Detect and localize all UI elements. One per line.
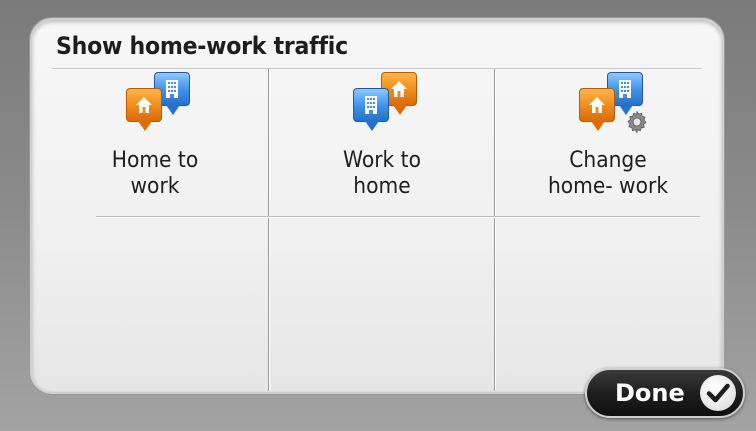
checkmark-icon [700,375,736,411]
row-divider [96,216,700,217]
home-to-work-icon [120,72,190,134]
work-to-home-label: Work to home [342,148,421,199]
done-button[interactable]: Done [585,368,745,418]
work-to-home-button[interactable]: Work to home [269,70,495,215]
title-divider [52,68,702,69]
change-home-work-label: Change home- work [547,148,669,199]
home-to-work-button[interactable]: Home to work [42,70,268,215]
panel-title: Show home-work traffic [56,32,348,60]
home-work-traffic-panel: Show home-work traffic Home to work Work… [30,18,724,394]
gear-icon [627,110,647,134]
home-icon [126,88,162,131]
done-button-label: Done [615,379,685,407]
change-home-work-button[interactable]: Change home- work [495,70,721,215]
home-icon [579,88,615,131]
home-to-work-label: Home to work [111,148,199,199]
office-building-icon [353,88,389,131]
change-home-work-icon [573,72,647,134]
work-to-home-icon [347,72,417,134]
